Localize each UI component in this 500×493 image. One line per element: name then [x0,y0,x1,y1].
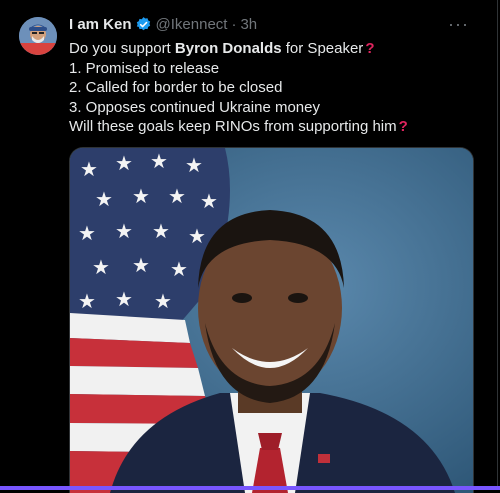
avatar[interactable] [19,17,57,55]
more-options-icon[interactable]: ··· [448,14,469,35]
tweet-line-3: 2. Called for border to be closed [69,79,283,96]
author-name[interactable]: I am Ken [69,16,132,33]
red-question-mark-emoji-2: ? [398,118,408,135]
tweet-photo[interactable]: ★ ★ ★ ★ ★ ★ ★ ★ ★ ★ ★ ★ ★ ★ ★ ★ ★ ★ [69,147,474,493]
svg-text:★: ★ [132,253,150,277]
tweet-line-1-post: for Speaker [281,40,364,57]
tweet-line-1: Do you support Byron Donalds for Speaker… [69,39,479,59]
svg-text:★: ★ [188,224,206,248]
tweet-line-2: 1. Promised to release [69,59,220,77]
svg-text:★: ★ [132,184,150,208]
svg-text:★: ★ [168,184,186,208]
svg-text:★: ★ [80,157,98,181]
tweet-bold-name: Byron Donalds [174,40,282,57]
svg-text:★: ★ [150,149,168,173]
portrait-illustration: ★ ★ ★ ★ ★ ★ ★ ★ ★ ★ ★ ★ ★ ★ ★ ★ ★ ★ [70,148,473,493]
svg-text:★: ★ [78,221,96,245]
tweet-line-5-text: Will these goals keep RINOs from support… [69,118,397,135]
accent-bar [0,486,500,490]
flag-pin [318,454,330,463]
tweet-time[interactable]: 3h [240,16,257,33]
svg-text:★: ★ [185,153,203,177]
red-question-mark-emoji: ? [365,40,375,57]
svg-text:★: ★ [200,189,218,213]
svg-text:★: ★ [152,219,170,243]
tweet-text: Do you support Byron Donalds for Speaker… [69,39,479,137]
author-handle[interactable]: @Ikennect [156,16,228,33]
svg-text:★: ★ [92,255,110,279]
svg-text:★: ★ [115,151,133,175]
svg-text:★: ★ [154,289,172,313]
verified-badge-icon [135,16,152,33]
time-separator: · [231,16,237,33]
svg-text:★: ★ [170,257,188,281]
tweet-container: I am Ken @Ikennect · 3h ··· Do you suppo… [0,0,498,493]
tweet-line-1-pre: Do you support [69,40,175,57]
tweet-header: I am Ken @Ikennect · 3h [69,16,257,33]
tweet-line-4: 3. Opposes continued Ukraine money [69,98,320,116]
svg-text:★: ★ [115,287,133,311]
svg-text:★: ★ [78,289,96,313]
svg-text:★: ★ [95,187,113,211]
svg-text:★: ★ [115,219,133,243]
tweet-line-5: Will these goals keep RINOs from support… [69,117,479,137]
